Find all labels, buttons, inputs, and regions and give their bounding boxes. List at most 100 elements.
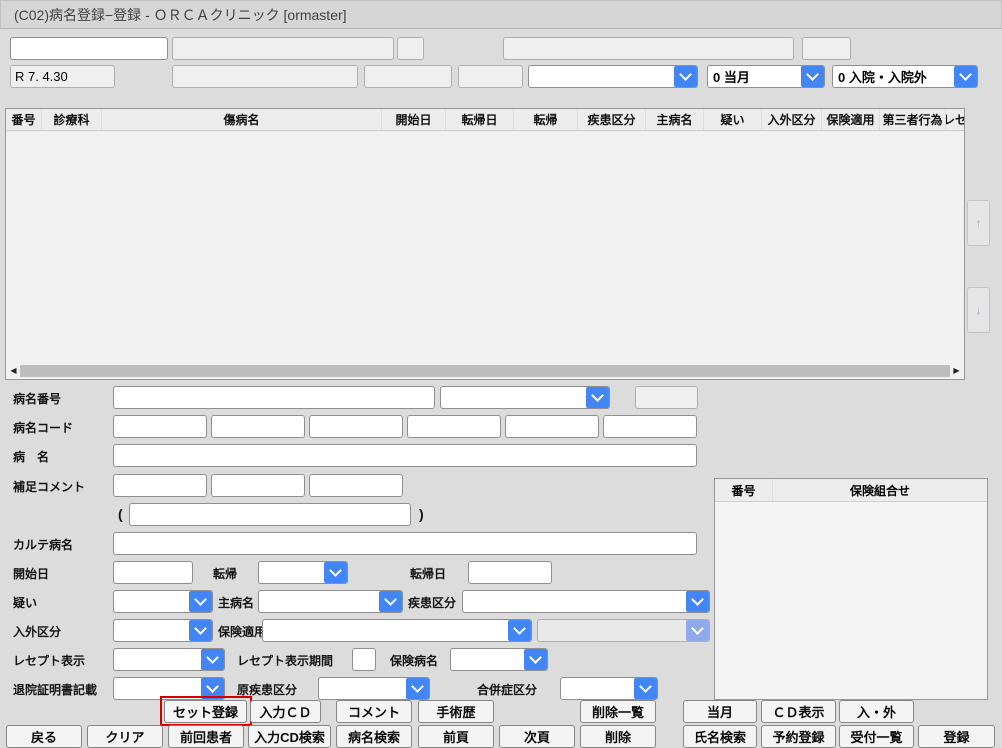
insurance-apply-select[interactable] bbox=[262, 619, 532, 642]
disease-table-body[interactable] bbox=[6, 131, 964, 347]
header-disabled-field-2 bbox=[364, 65, 452, 88]
in-out-button[interactable]: 入・外 bbox=[839, 700, 914, 723]
current-month-button[interactable]: 当月 bbox=[683, 700, 757, 723]
chevron-down-icon[interactable] bbox=[189, 591, 212, 612]
next-page-button[interactable]: 次頁 bbox=[499, 725, 575, 748]
label-karte-disease-name: カルテ病名 bbox=[13, 536, 73, 553]
scroll-down-button[interactable]: ↓ bbox=[967, 287, 990, 333]
inout-class-select[interactable] bbox=[113, 619, 213, 642]
label-complication-class: 合併症区分 bbox=[477, 681, 537, 698]
disease-name-input[interactable] bbox=[113, 444, 697, 467]
chevron-down-icon[interactable] bbox=[686, 591, 709, 612]
complication-class-select[interactable] bbox=[560, 677, 658, 700]
chevron-down-icon[interactable] bbox=[954, 66, 977, 87]
disease-code-input-4[interactable] bbox=[407, 415, 501, 438]
scroll-right-icon[interactable]: ▶ bbox=[950, 364, 963, 378]
start-date-input[interactable] bbox=[113, 561, 193, 584]
disease-code-input-1[interactable] bbox=[113, 415, 207, 438]
label-outcome: 転帰 bbox=[213, 565, 237, 582]
ins-col-combination: 保険組合せ bbox=[773, 479, 987, 501]
display-month-select[interactable]: 0 当月 bbox=[707, 65, 825, 88]
disease-code-input-3[interactable] bbox=[309, 415, 403, 438]
previous-patient-button[interactable]: 前回患者 bbox=[168, 725, 244, 748]
scroll-up-button[interactable]: ↑ bbox=[967, 200, 990, 246]
outcome-date-input[interactable] bbox=[468, 561, 552, 584]
register-button[interactable]: 登録 bbox=[918, 725, 995, 748]
chevron-down-icon[interactable] bbox=[201, 649, 224, 670]
chevron-down-icon[interactable] bbox=[379, 591, 402, 612]
header-disabled-field-1 bbox=[172, 65, 358, 88]
supplementary-comment-input-3[interactable] bbox=[309, 474, 403, 497]
clear-button[interactable]: クリア bbox=[87, 725, 163, 748]
receipt-display-select[interactable] bbox=[113, 648, 225, 671]
scrollbar-thumb[interactable] bbox=[20, 365, 950, 377]
disease-search-button[interactable]: 病名検索 bbox=[336, 725, 412, 748]
insurance-combination-panel: 番号 保険組合せ bbox=[714, 478, 988, 700]
col-inout-class: 入外区分 bbox=[762, 109, 822, 130]
back-button[interactable]: 戻る bbox=[6, 725, 82, 748]
col-main-disease: 主病名 bbox=[646, 109, 704, 130]
chevron-down-icon[interactable] bbox=[524, 649, 547, 670]
reception-list-button[interactable]: 受付一覧 bbox=[839, 725, 914, 748]
chevron-down-icon[interactable] bbox=[189, 620, 212, 641]
col-department: 診療科 bbox=[42, 109, 102, 130]
inout-select[interactable]: 0 入院・入院外 bbox=[832, 65, 978, 88]
disease-number-input[interactable] bbox=[113, 386, 435, 409]
input-cd-search-button[interactable]: 入力CD検索 bbox=[248, 725, 331, 748]
disease-class-select[interactable] bbox=[462, 590, 710, 613]
scroll-left-icon[interactable]: ◀ bbox=[7, 364, 20, 378]
up-arrow-icon: ↑ bbox=[976, 216, 982, 230]
supplementary-comment-input-2[interactable] bbox=[211, 474, 305, 497]
horizontal-scrollbar[interactable]: ◀ ▶ bbox=[7, 364, 963, 378]
col-outcome-date: 転帰日 bbox=[446, 109, 514, 130]
disease-code-input-2[interactable] bbox=[211, 415, 305, 438]
col-receipt: レセ bbox=[946, 109, 964, 130]
comment-button[interactable]: コメント bbox=[336, 700, 412, 723]
col-disease-name: 傷病名 bbox=[102, 109, 382, 130]
name-search-button[interactable]: 氏名検索 bbox=[683, 725, 757, 748]
chevron-down-icon bbox=[686, 620, 709, 641]
reservation-register-button[interactable]: 予約登録 bbox=[761, 725, 836, 748]
chevron-down-icon[interactable] bbox=[801, 66, 824, 87]
comment-detail-input[interactable] bbox=[129, 503, 411, 526]
disease-number-aux-field bbox=[635, 386, 698, 409]
disease-number-select[interactable] bbox=[440, 386, 610, 409]
base-date-field[interactable] bbox=[10, 65, 115, 88]
main-disease-select[interactable] bbox=[258, 590, 403, 613]
outcome-select[interactable] bbox=[258, 561, 348, 584]
set-register-button[interactable]: セット登録 bbox=[164, 700, 247, 723]
insurance-combination-select[interactable] bbox=[528, 65, 698, 88]
karte-disease-name-input[interactable] bbox=[113, 532, 697, 555]
chevron-down-icon[interactable] bbox=[324, 562, 347, 583]
patient-kana-field bbox=[172, 37, 394, 60]
label-inout-class: 入外区分 bbox=[13, 623, 61, 640]
suspected-select[interactable] bbox=[113, 590, 213, 613]
prev-page-button[interactable]: 前頁 bbox=[418, 725, 494, 748]
input-cd-button[interactable]: 入力ＣＤ bbox=[250, 700, 321, 723]
original-disease-class-select[interactable] bbox=[318, 677, 430, 700]
surgery-history-button[interactable]: 手術歴 bbox=[418, 700, 494, 723]
label-disease-code: 病名コード bbox=[13, 419, 73, 436]
disease-table-header: 番号 診療科 傷病名 開始日 転帰日 転帰 疾患区分 主病名 疑い 入外区分 保… bbox=[6, 109, 964, 131]
chevron-down-icon[interactable] bbox=[634, 678, 657, 699]
disease-list-table: 番号 診療科 傷病名 開始日 転帰日 転帰 疾患区分 主病名 疑い 入外区分 保… bbox=[5, 108, 965, 380]
insurance-disease-select[interactable] bbox=[450, 648, 548, 671]
cd-display-button[interactable]: ＣＤ表示 bbox=[761, 700, 836, 723]
disease-code-input-5[interactable] bbox=[505, 415, 599, 438]
col-disease-class: 疾患区分 bbox=[578, 109, 646, 130]
label-start-date: 開始日 bbox=[13, 565, 49, 582]
patient-number-input[interactable] bbox=[10, 37, 168, 60]
supplementary-comment-input-1[interactable] bbox=[113, 474, 207, 497]
insurance-panel-body[interactable] bbox=[715, 502, 987, 700]
delete-button[interactable]: 削除 bbox=[580, 725, 656, 748]
chevron-down-icon[interactable] bbox=[508, 620, 531, 641]
label-insurance-apply: 保険適用 bbox=[218, 623, 266, 640]
chevron-down-icon[interactable] bbox=[674, 66, 697, 87]
chevron-down-icon[interactable] bbox=[406, 678, 429, 699]
receipt-period-input[interactable] bbox=[352, 648, 376, 671]
chevron-down-icon[interactable] bbox=[586, 387, 609, 408]
disease-code-input-6[interactable] bbox=[603, 415, 697, 438]
window-titlebar: (C02)病名登録−登録 - ＯＲＣＡクリニック [ormaster] bbox=[0, 0, 1002, 29]
delete-list-button[interactable]: 削除一覧 bbox=[580, 700, 656, 723]
col-outcome: 転帰 bbox=[514, 109, 578, 130]
